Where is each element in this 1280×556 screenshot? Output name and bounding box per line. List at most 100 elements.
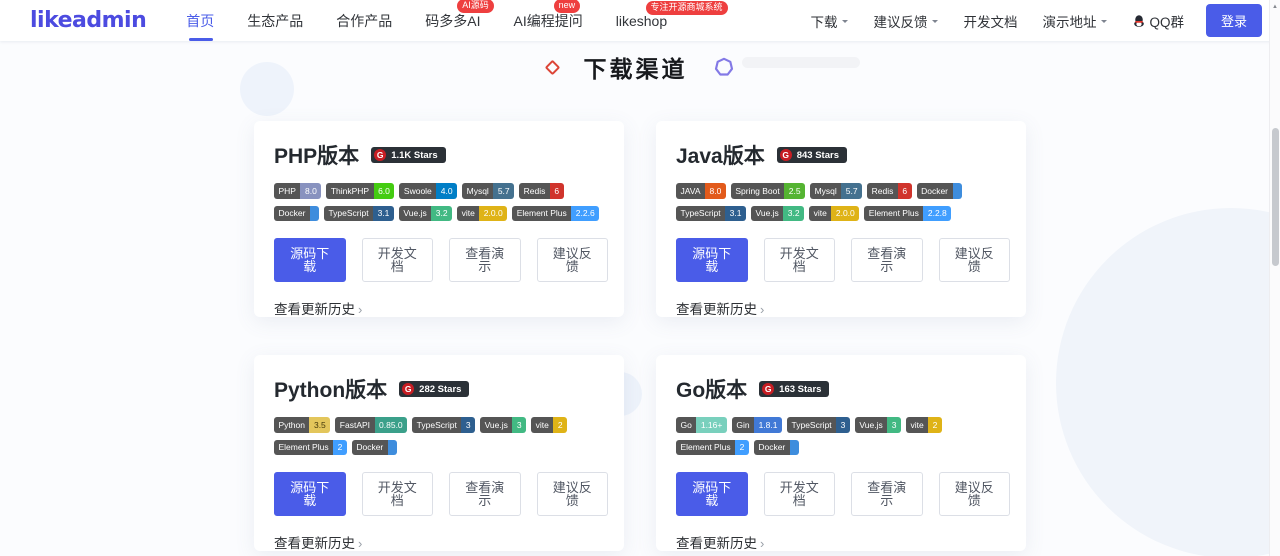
nav-label: 开发文档 [963, 14, 1018, 30]
badge-value: 6.0 [373, 183, 395, 199]
badge-label: PHP [274, 183, 301, 199]
gitee-stars-badge[interactable]: G 282 Stars [399, 381, 470, 397]
update-history-link[interactable]: 查看更新历史 › [676, 298, 764, 318]
scroll-up-icon[interactable]: ▲ [1270, 4, 1280, 10]
view-demo-button[interactable]: 查看演示 [851, 472, 923, 516]
nav-item-eco-products[interactable]: 生态产品 [247, 11, 303, 31]
tech-badge-vite: vite 2 [905, 417, 942, 433]
feedback-button[interactable]: 建议反馈 [938, 238, 1010, 282]
qq-icon [1134, 14, 1145, 27]
tech-badge-redis: Redis 6 [519, 183, 564, 199]
badge-label: Mysql [462, 183, 494, 199]
badge-label: TypeScript [787, 417, 837, 433]
tech-badges: PHP 8.0 ThinkPHP 6.0 Swoole 4.0 Mysql 5.7 Redis 6… [274, 183, 608, 221]
page: likeadmin 首页 生态产品 合作产品 码多多AI AI源码 AI编程提问 new li… [0, 0, 1280, 556]
tech-badge-typescript: TypeScript 3.1 [323, 205, 394, 221]
tech-badge-java: JAVA 8.0 [676, 183, 726, 199]
view-demo-button[interactable]: 查看演示 [449, 472, 521, 516]
section-title: 下载渠道 [583, 56, 688, 82]
nav-item-partner-products[interactable]: 合作产品 [336, 11, 392, 31]
source-download-button[interactable]: 源码下载 [676, 472, 748, 516]
tech-badge-vite: vite 2 [531, 417, 568, 433]
badge-value: 2 [928, 417, 942, 433]
tech-badge-docker: Docker [916, 183, 962, 199]
nav-badge: AI源码 [457, 0, 494, 13]
dev-docs-button[interactable]: 开发文档 [361, 472, 433, 516]
badge-label: vite [531, 417, 554, 433]
gitee-stars-badge[interactable]: G 1.1K Stars [371, 147, 446, 163]
chevron-right-icon: › [760, 536, 765, 551]
primary-nav: 首页 生态产品 合作产品 码多多AI AI源码 AI编程提问 new likeshop 专注开源… [186, 0, 728, 41]
brand-logo[interactable]: likeadmin [30, 8, 147, 33]
dev-docs-button[interactable]: 开发文档 [763, 238, 835, 282]
nav-item-ai-coding[interactable]: AI编程提问 new [514, 0, 583, 31]
badge-label: vite [809, 205, 832, 221]
card-actions: 源码下载 开发文档 查看演示 建议反馈 [676, 238, 1010, 282]
tech-badge-vue-js: Vue.js 3.2 [398, 205, 453, 221]
badge-value: 6 [549, 183, 564, 199]
dev-docs-button[interactable]: 开发文档 [361, 238, 433, 282]
tech-badges: Go 1.16+ Gin 1.8.1 TypeScript 3 Vue.js 3 vite 2 El… [676, 417, 1010, 455]
gitee-icon: G [762, 383, 775, 395]
badge-value: 3 [887, 417, 901, 433]
scrollbar[interactable]: ▲ [1269, 0, 1280, 556]
badge-value: 2.5 [784, 183, 806, 199]
nav-qq-group[interactable]: QQ群 [1132, 11, 1184, 31]
nav-feedback[interactable]: 建议反馈 [873, 11, 939, 31]
nav-label: 下载 [810, 14, 838, 30]
dev-docs-button[interactable]: 开发文档 [763, 472, 835, 516]
update-history-link[interactable]: 查看更新历史 › [274, 298, 362, 318]
tech-badge-redis: Redis 6 [867, 183, 912, 199]
badge-label: Swoole [399, 183, 437, 199]
badge-label: vite [905, 417, 929, 433]
nav-demo[interactable]: 演示地址 [1042, 11, 1108, 31]
badge-value: 4.0 [436, 183, 458, 199]
badge-label: Mysql [810, 183, 842, 199]
badge-label: ThinkPHP [326, 183, 374, 199]
badge-value: 1.8.1 [754, 417, 782, 433]
source-download-button[interactable]: 源码下载 [274, 238, 346, 282]
badge-value [387, 439, 397, 455]
tech-badge-vue-js: Vue.js 3.2 [750, 205, 805, 221]
gitee-stars-badge[interactable]: G 163 Stars [759, 381, 830, 397]
badge-value: 5.7 [841, 183, 863, 199]
tech-badge-element-plus: Element Plus 2 [676, 439, 749, 455]
update-history-link[interactable]: 查看更新历史 › [274, 532, 362, 552]
gitee-stars-badge[interactable]: G 843 Stars [776, 147, 847, 163]
badge-value: 3.1 [373, 205, 394, 221]
version-card-go: Go版本 G 163 Stars Go 1.16+ Gin 1.8.1 TypeScri… [656, 355, 1026, 551]
badge-label: JAVA [676, 183, 705, 199]
nav-item-likeshop[interactable]: likeshop 专注开源商城系统 [616, 0, 728, 29]
tech-badge-vue-js: Vue.js 3 [854, 417, 901, 433]
badge-value: 2.2.6 [571, 205, 600, 221]
badge-label: Element Plus [864, 205, 924, 221]
source-download-button[interactable]: 源码下载 [274, 472, 346, 516]
nav-download[interactable]: 下载 [810, 11, 849, 31]
badge-label: Vue.js [398, 205, 432, 221]
nav-label: QQ群 [1149, 14, 1184, 30]
tech-badge-spring-boot: Spring Boot 2.5 [730, 183, 806, 199]
card-actions: 源码下载 开发文档 查看演示 建议反馈 [274, 472, 608, 516]
gitee-icon: G [402, 383, 415, 395]
feedback-button[interactable]: 建议反馈 [938, 472, 1010, 516]
tech-badge-swoole: Swoole 4.0 [399, 183, 458, 199]
tech-badge-element-plus: Element Plus 2.2.6 [512, 205, 600, 221]
badge-label: TypeScript [412, 417, 462, 433]
update-history-link[interactable]: 查看更新历史 › [676, 532, 764, 552]
badge-label: Redis [867, 183, 898, 199]
nav-item-home[interactable]: 首页 [186, 11, 214, 41]
tech-badge-docker: Docker [351, 439, 397, 455]
nav-dev-docs[interactable]: 开发文档 [963, 11, 1017, 31]
login-button[interactable]: 登录 [1205, 4, 1262, 37]
view-demo-button[interactable]: 查看演示 [851, 238, 923, 282]
nav-item-mdd-ai[interactable]: 码多多AI AI源码 [425, 0, 494, 31]
feedback-button[interactable]: 建议反馈 [536, 238, 608, 282]
scrollbar-thumb[interactable] [1271, 128, 1279, 266]
badge-value: 2.0.0 [831, 205, 860, 221]
tech-badges: JAVA 8.0 Spring Boot 2.5 Mysql 5.7 Redis 6 Docke… [676, 183, 1010, 221]
badge-label: TypeScript [323, 205, 374, 221]
view-demo-button[interactable]: 查看演示 [449, 238, 521, 282]
card-title: Java版本 [676, 145, 765, 168]
source-download-button[interactable]: 源码下载 [676, 238, 748, 282]
feedback-button[interactable]: 建议反馈 [536, 472, 608, 516]
